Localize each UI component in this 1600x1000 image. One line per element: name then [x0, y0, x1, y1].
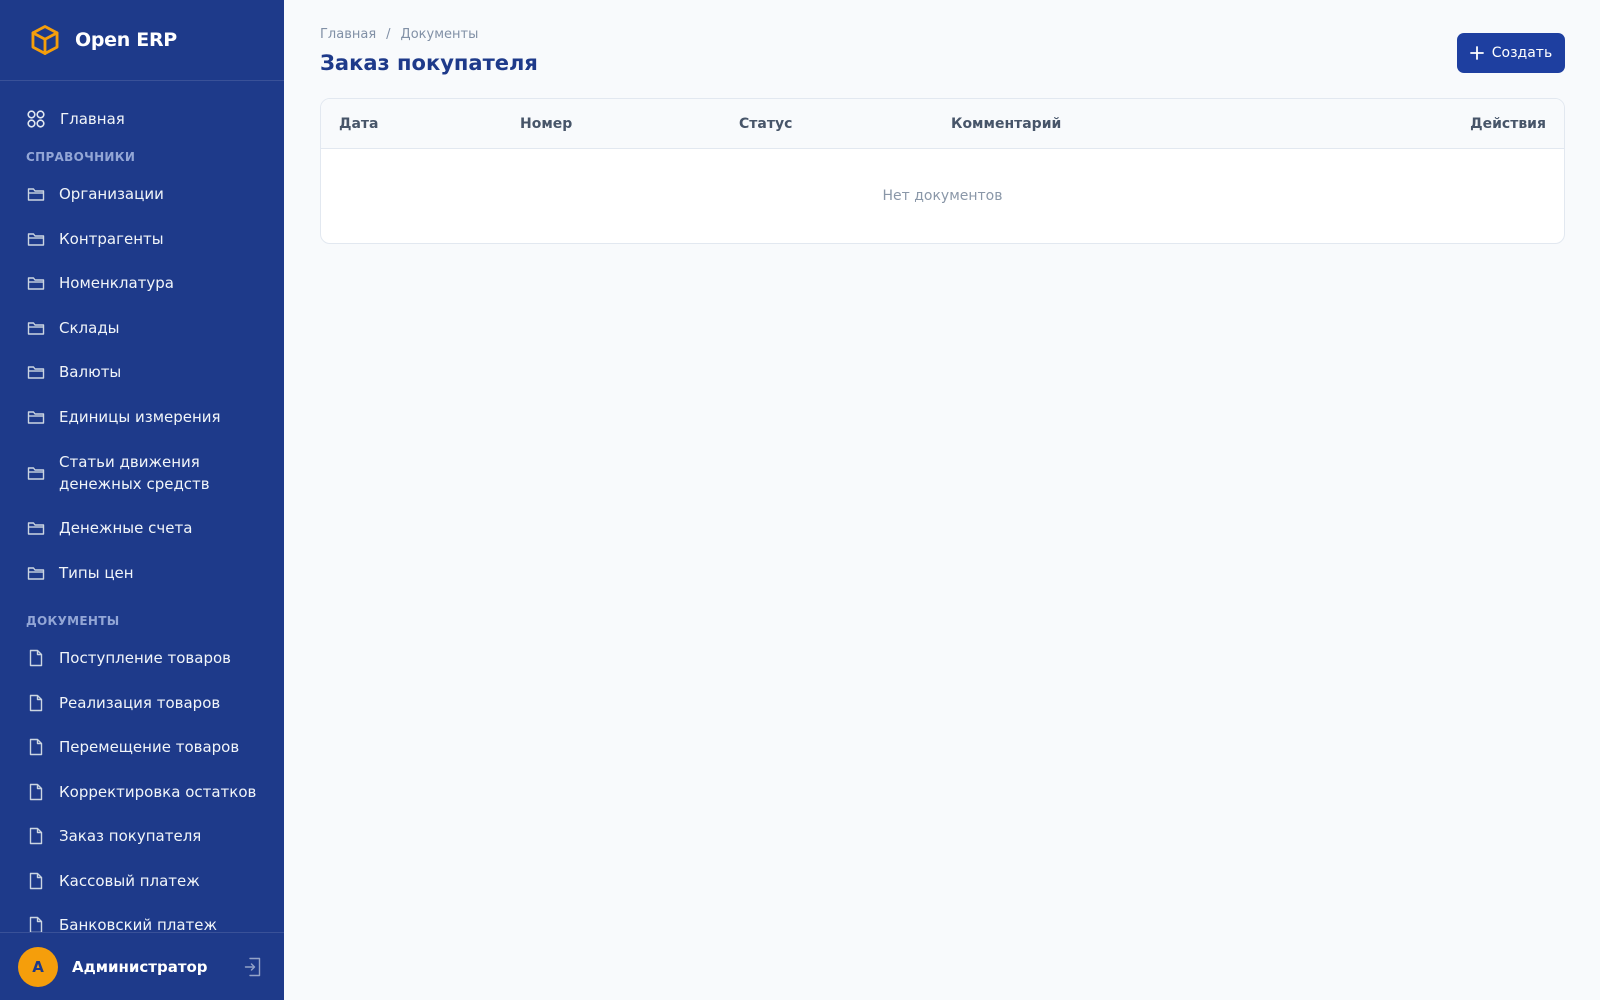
cube-logo-icon	[28, 23, 62, 57]
sidebar-item-currencies[interactable]: Валюты	[0, 350, 284, 395]
breadcrumb-separator: /	[386, 27, 391, 42]
breadcrumb-current[interactable]: Документы	[401, 27, 479, 42]
sidebar-item-goods-transfer[interactable]: Перемещение товаров	[0, 725, 284, 770]
avatar[interactable]: А	[18, 946, 58, 987]
plus-icon	[1469, 46, 1484, 60]
folder-icon	[27, 519, 45, 537]
logout-icon[interactable]	[242, 956, 264, 978]
folder-icon	[27, 319, 45, 337]
folder-icon	[27, 363, 45, 381]
column-header-date[interactable]: Дата	[339, 99, 378, 149]
sidebar-item-label: Главная	[60, 110, 125, 128]
sidebar-item-stock-adjustment[interactable]: Корректировка остатков	[0, 770, 284, 815]
document-icon	[27, 783, 45, 801]
create-button[interactable]: Создать	[1457, 33, 1565, 73]
sidebar-item-warehouses[interactable]: Склады	[0, 306, 284, 351]
column-header-actions: Действия	[1470, 116, 1546, 132]
user-name: Администратор	[72, 957, 208, 976]
sidebar-item-label: Типы цен	[59, 563, 134, 582]
folder-icon	[27, 564, 45, 582]
sidebar-item-home[interactable]: Главная	[0, 97, 284, 141]
sidebar-item-nomenclature[interactable]: Номенклатура	[0, 261, 284, 306]
column-header-status[interactable]: Статус	[739, 99, 792, 149]
sidebar-item-label: Корректировка остатков	[59, 782, 257, 801]
document-icon	[27, 872, 45, 890]
sidebar-item-cash-accounts[interactable]: Денежные счета	[0, 506, 284, 551]
sidebar-item-label: Склады	[59, 318, 120, 337]
brand[interactable]: Open ERP	[0, 0, 284, 81]
document-icon	[27, 916, 45, 933]
section-title-catalogs: СПРАВОЧНИКИ	[26, 150, 136, 164]
breadcrumb-home[interactable]: Главная	[320, 27, 376, 42]
sidebar-item-bank-payment[interactable]: Банковский платеж	[0, 903, 284, 933]
empty-state-text: Нет документов	[882, 188, 1003, 204]
sidebar-item-label: Контрагенты	[59, 229, 164, 248]
sidebar-nav: Главная СПРАВОЧНИКИ Организации Контраге…	[0, 81, 284, 933]
sidebar-item-cash-payment[interactable]: Кассовый платеж	[0, 859, 284, 904]
page-title: Заказ покупателя	[320, 51, 538, 75]
sidebar-item-customer-order[interactable]: Заказ покупателя	[0, 814, 284, 859]
documents-table: Дата Номер Статус Комментарий Действия Н…	[320, 98, 1565, 244]
sidebar-item-label: Статьи движения денежных средств	[59, 452, 210, 493]
sidebar-item-units[interactable]: Единицы измерения	[0, 395, 284, 440]
app-title: Open ERP	[75, 29, 177, 51]
sidebar-item-label: Единицы измерения	[59, 407, 221, 426]
sidebar-item-label: Перемещение товаров	[59, 738, 240, 757]
sidebar-item-label: Кассовый платеж	[59, 871, 200, 890]
folder-icon	[27, 185, 45, 203]
table-header: Дата Номер Статус Комментарий Действия	[321, 99, 1564, 149]
section-title-documents: ДОКУМЕНТЫ	[26, 614, 120, 628]
sidebar-item-label: Заказ покупателя	[59, 827, 202, 846]
sidebar-item-label: Реализация товаров	[59, 693, 221, 712]
folder-icon	[27, 230, 45, 248]
create-button-label: Создать	[1491, 45, 1553, 61]
sidebar-item-organizations[interactable]: Организации	[0, 172, 284, 217]
sidebar: Open ERP Главная СПРАВОЧНИКИ Организации…	[0, 0, 284, 1000]
grid-icon	[27, 110, 45, 128]
sidebar-item-label: Поступление товаров	[59, 649, 231, 668]
sidebar-item-counterparties[interactable]: Контрагенты	[0, 217, 284, 262]
document-icon	[27, 738, 45, 756]
sidebar-item-label: Номенклатура	[59, 274, 174, 293]
document-icon	[27, 649, 45, 667]
folder-icon	[27, 408, 45, 426]
document-icon	[27, 694, 45, 712]
column-header-number[interactable]: Номер	[520, 99, 572, 149]
main-content: Главная / Документы Заказ покупателя Соз…	[284, 0, 1600, 1000]
sidebar-item-price-types[interactable]: Типы цен	[0, 551, 284, 596]
breadcrumb: Главная / Документы	[320, 27, 478, 42]
sidebar-item-label: Денежные счета	[59, 519, 193, 538]
folder-icon	[27, 464, 45, 482]
sidebar-item-label: Банковский платеж	[59, 916, 218, 933]
sidebar-item-label: Валюты	[59, 363, 122, 382]
user-bar: А Администратор	[0, 932, 284, 1000]
folder-icon	[27, 274, 45, 292]
document-icon	[27, 827, 45, 845]
sidebar-item-goods-receipt[interactable]: Поступление товаров	[0, 636, 284, 681]
sidebar-item-cashflow-items[interactable]: Статьи движения денежных средств	[0, 439, 284, 506]
column-header-comment[interactable]: Комментарий	[951, 99, 1061, 149]
sidebar-item-label: Организации	[59, 185, 164, 204]
sidebar-item-goods-sales[interactable]: Реализация товаров	[0, 681, 284, 726]
